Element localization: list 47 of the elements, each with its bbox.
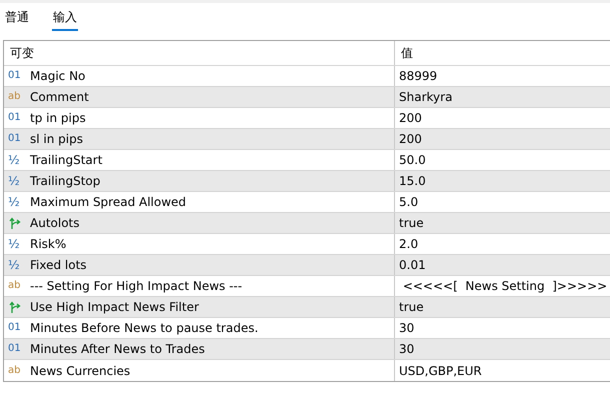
parameter-name: Use High Impact News Filter [30,300,199,314]
string-type-icon: ab [8,280,26,292]
tab[interactable]: 普通 [4,7,30,31]
parameter-name: Autolots [30,216,80,230]
fraction-type-icon: ½ [8,196,26,208]
integer-type-icon: 01 [8,343,26,355]
parameter-name: Minutes After News to Trades [30,342,205,356]
parameter-name: Fixed lots [30,258,87,272]
parameter-value[interactable]: true [395,297,610,317]
parameter-name: Risk% [30,237,66,251]
fraction-type-icon: ½ [8,259,26,271]
parameter-name: News Currencies [30,364,130,378]
column-header: 值 [400,44,414,62]
integer-type-icon: 01 [8,133,26,145]
parameter-value[interactable]: true [395,213,610,233]
string-type-icon: ab [8,91,26,103]
parameter-value[interactable]: 0.01 [395,255,610,275]
parameter-name: --- Setting For High Impact News --- [30,279,242,293]
parameter-value[interactable]: 15.0 [395,171,610,191]
integer-type-icon: 01 [8,112,26,124]
string-type-icon: ab [8,364,26,376]
parameter-value[interactable]: 5.0 [395,192,610,212]
parameter-name: Comment [30,90,89,104]
parameter-name: tp in pips [30,111,86,125]
integer-type-icon: 01 [8,322,26,334]
fraction-type-icon: ½ [8,175,26,187]
parameter-value[interactable]: Sharkyra [395,87,610,107]
parameter-value[interactable]: 88999 [395,66,610,86]
parameter-value[interactable]: 200 [395,129,610,149]
integer-type-icon: 01 [8,70,26,82]
fraction-type-icon: ½ [8,154,26,166]
parameter-value[interactable]: USD,GBP,EUR [395,360,610,381]
parameter-value[interactable]: 200 [395,108,610,128]
parameter-value[interactable]: <<<<<[ News Setting ]>>>>> [395,276,610,296]
parameter-name: sl in pips [30,132,83,146]
tab[interactable]: 输入 [52,7,78,31]
parameter-name: Maximum Spread Allowed [30,195,186,209]
parameter-value[interactable]: 30 [395,318,610,338]
parameter-name: Magic No [30,69,86,83]
column-header: 可变 [4,41,395,65]
parameter-name: TrailingStart [30,153,102,167]
parameter-name: TrailingStop [30,174,100,188]
parameter-value[interactable]: 2.0 [395,234,610,254]
parameter-name: Minutes Before News to pause trades. [30,321,258,335]
parameter-value[interactable]: 50.0 [395,150,610,170]
fraction-type-icon: ½ [8,238,26,250]
parameter-value[interactable]: 30 [395,339,610,359]
